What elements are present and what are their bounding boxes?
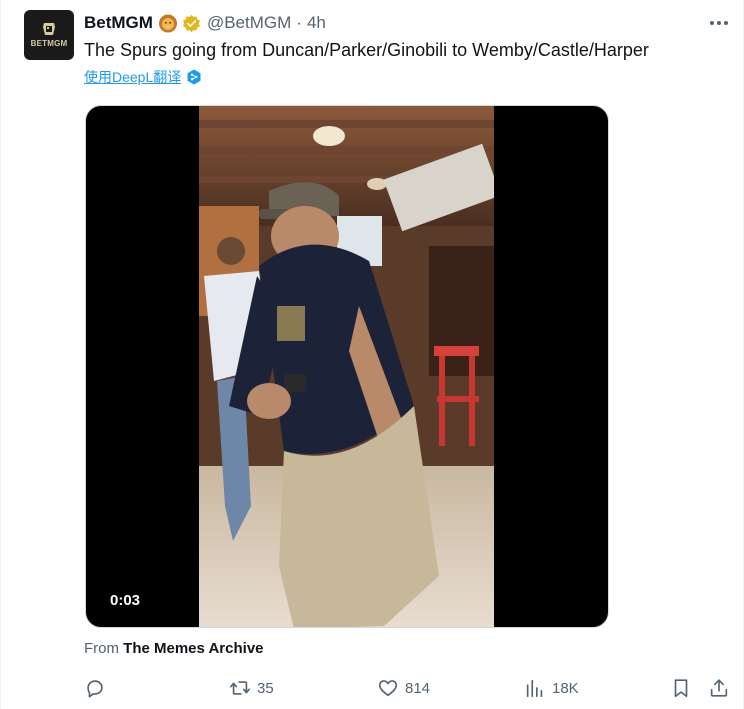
tweet[interactable]: BETMGM BetMGM @BetMGM · 4h The Spurs goi…	[0, 0, 744, 709]
video-source: From The Memes Archive	[84, 640, 264, 657]
reply-button[interactable]	[84, 675, 112, 701]
share-icon	[710, 679, 728, 697]
video-timestamp: 0:03	[110, 592, 141, 609]
views-count: 18K	[552, 679, 579, 697]
video-frame[interactable]	[199, 106, 494, 628]
retweet-button[interactable]: 35	[229, 675, 274, 701]
source-name-link[interactable]: The Memes Archive	[123, 640, 263, 657]
display-name[interactable]: BetMGM	[84, 13, 153, 33]
more-options-icon[interactable]	[708, 14, 730, 32]
reply-icon	[87, 680, 103, 698]
share-button[interactable]	[708, 675, 730, 701]
source-prefix: From	[84, 640, 119, 657]
like-count: 814	[405, 679, 431, 697]
tweet-text: The Spurs going from Duncan/Parker/Ginob…	[84, 40, 649, 60]
deepl-icon	[187, 69, 201, 85]
header-separator: ·	[296, 13, 302, 32]
heart-icon	[378, 680, 398, 697]
translate-link[interactable]: 使用DeepL翻译	[84, 67, 181, 87]
views-chart-icon	[526, 679, 543, 698]
bookmark-icon	[674, 679, 688, 698]
tweet-timestamp[interactable]: 4h	[307, 13, 326, 33]
lion-face-emoji-icon	[158, 14, 177, 33]
retweet-icon	[230, 681, 250, 695]
user-handle[interactable]: @BetMGM	[207, 13, 291, 33]
video-player[interactable]: 0:03	[85, 105, 609, 628]
views-button[interactable]: 18K	[524, 675, 579, 701]
divider-left	[0, 0, 1, 709]
avatar[interactable]: BETMGM	[24, 10, 74, 60]
avatar-brand-text: BETMGM	[30, 39, 68, 48]
betmgm-logo-icon	[43, 23, 55, 35]
action-bar: 35 814 18K	[84, 675, 734, 701]
verified-badge-icon[interactable]	[182, 14, 201, 33]
bookmark-button[interactable]	[670, 675, 692, 701]
like-button[interactable]: 814	[377, 675, 430, 701]
tweet-header: BetMGM @BetMGM · 4h	[84, 12, 326, 34]
retweet-count: 35	[257, 679, 274, 697]
translate-row: 使用DeepL翻译	[84, 67, 202, 87]
